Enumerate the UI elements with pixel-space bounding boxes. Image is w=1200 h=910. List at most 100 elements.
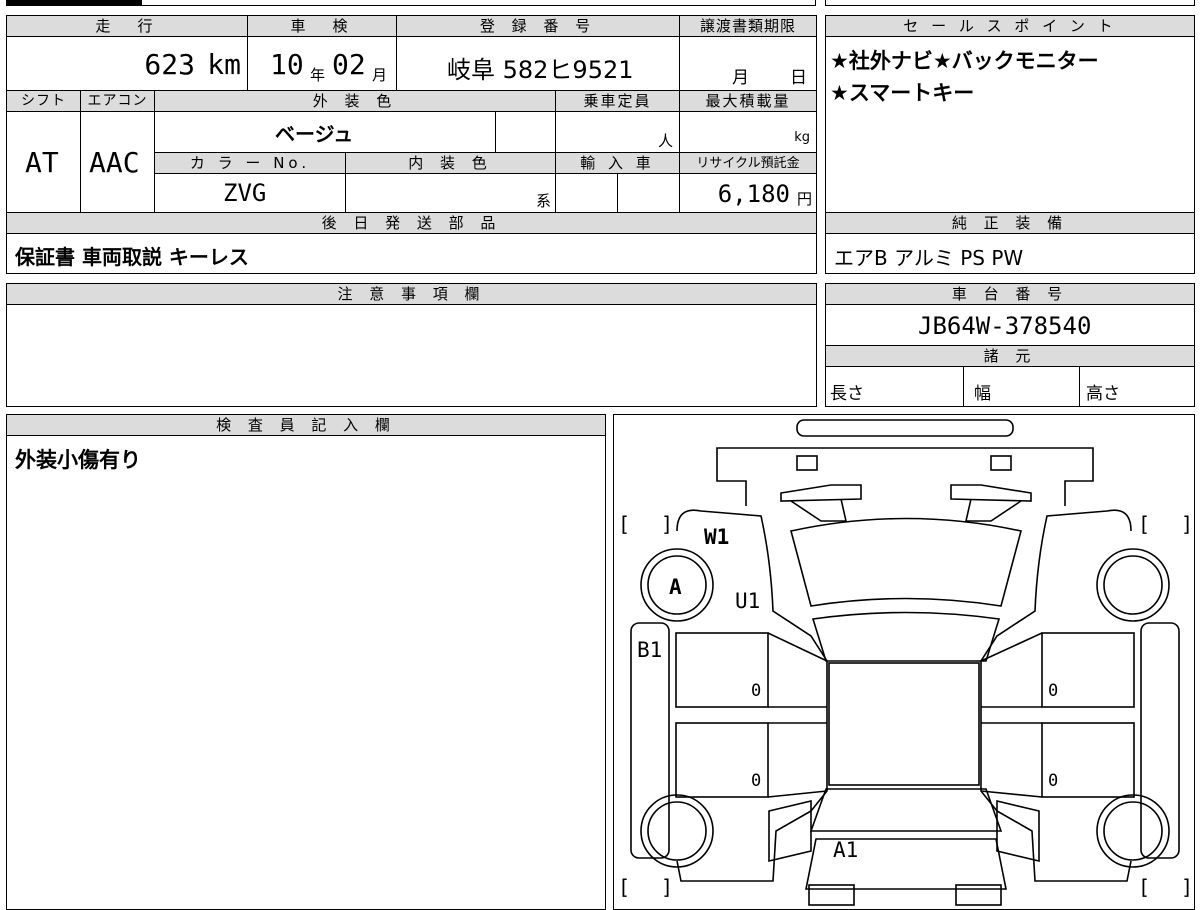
color-no-cell: ZVG (154, 173, 346, 213)
left-headlight-shape (796, 455, 818, 471)
color-no-header: カ ラ ー No. (154, 152, 346, 174)
inspector-value: 外装小傷有り (15, 448, 141, 472)
exterior-color-value: ベージュ (275, 122, 354, 146)
bracket-left-top-open: [ (618, 512, 630, 536)
shaken-month-unit: 月 (372, 66, 388, 84)
chassis-value: JB64W-378540 (918, 312, 1092, 340)
interior-color-unit: 系 (535, 192, 551, 210)
spec-length-label: 長さ (830, 384, 864, 404)
specs-header: 諸 元 (825, 345, 1195, 367)
bracket-right-bottom-open: [ (1138, 875, 1150, 899)
top-strip-black-tab (7, 0, 142, 5)
aircon-value: AAC (89, 146, 140, 179)
hood-left-shape (780, 484, 862, 502)
left-rear-wheel-inner (647, 801, 707, 861)
mark-zero-left-front: 0 (751, 681, 761, 701)
aircon-cell: AAC (80, 111, 155, 213)
genuine-equipment-header: 純 正 装 備 (825, 212, 1195, 234)
notes-cell (6, 304, 817, 407)
deadline-month-unit: 月 (732, 68, 749, 88)
mileage-header: 走 行 (6, 15, 248, 37)
car-diagram-panel: [ ] [ ] [ ] [ ] W1 A U1 B1 0 0 0 0 A1 (613, 414, 1195, 910)
import-cell-b (617, 173, 680, 213)
bracket-left-bottom-close: ] (661, 875, 673, 899)
aircon-header: エアコン (80, 90, 155, 112)
genuine-equipment-cell: エアB アルミ PS PW (825, 233, 1195, 274)
color-no-value: ZVG (223, 179, 267, 207)
interior-color-cell: 系 (345, 173, 556, 213)
spec-width-label: 幅 (974, 384, 991, 404)
windshield-shape (790, 517, 1022, 607)
registration-cell: 岐阜 582ヒ9521 (396, 36, 680, 91)
mileage-unit: km (207, 48, 241, 81)
exterior-color-extra-cell (495, 111, 556, 153)
recycle-cell: 6,180 円 (679, 173, 817, 213)
mark-w1: W1 (704, 525, 729, 549)
rear-window-shape (809, 788, 1003, 832)
left-rear-wheel-outer (640, 794, 714, 868)
sales-point-line2: ★スマートキー (830, 81, 975, 105)
spec-height-label: 高さ (1086, 384, 1120, 404)
capacity-unit: 人 (657, 132, 673, 150)
top-strip-right (825, 0, 1195, 6)
hood-right-detail (964, 498, 1022, 522)
spec-width-cell: 幅 (963, 366, 1080, 407)
later-parts-value: 保証書 車両取説 キーレス (15, 245, 249, 269)
right-headlight-shape (990, 455, 1012, 471)
spec-height-cell: 高さ (1079, 366, 1195, 407)
bracket-right-top-open: [ (1138, 512, 1150, 536)
capacity-header: 乗車定員 (555, 90, 680, 112)
right-front-wheel-inner (1103, 555, 1163, 615)
right-rear-wheel-outer (1096, 794, 1170, 868)
mark-a: A (669, 575, 682, 599)
shaken-cell: 10 年 02 月 (247, 36, 397, 91)
shaken-year: 10 (270, 48, 304, 81)
bracket-left-top-close: ] (661, 512, 673, 536)
roof-shape (828, 662, 980, 786)
import-cell-a (555, 173, 618, 213)
left-door-lines (767, 632, 828, 798)
registration-value: 岐阜 582ヒ9521 (447, 56, 634, 84)
capacity-cell: 人 (555, 111, 680, 153)
rear-bumper-right (955, 884, 1002, 906)
notes-header: 注 意 事 項 欄 (6, 283, 817, 305)
right-door-lines (980, 632, 1043, 798)
exterior-color-header: 外 装 色 (154, 90, 556, 112)
recycle-unit: 円 (796, 190, 812, 208)
roof-front-shape (811, 611, 1001, 662)
mark-zero-right-rear: 0 (1048, 771, 1058, 791)
inspector-cell: 外装小傷有り (6, 435, 606, 910)
mark-zero-right-front: 0 (1048, 681, 1058, 701)
chassis-cell: JB64W-378540 (825, 304, 1195, 346)
deadline-day-unit: 日 (790, 68, 807, 88)
sales-point-header: セ ー ル ス ポ イ ン ト (825, 15, 1195, 37)
hood-right-shape (950, 484, 1032, 502)
hood-left-detail (790, 498, 848, 522)
interior-color-header: 内 装 色 (345, 152, 556, 174)
registration-header: 登 録 番 号 (396, 15, 680, 37)
front-bumper-shape (796, 419, 1014, 437)
genuine-equipment-value: エアB アルミ PS PW (834, 246, 1024, 270)
exterior-color-cell: ベージュ (154, 111, 496, 153)
mark-a1: A1 (833, 838, 858, 862)
right-front-wheel-outer (1096, 548, 1170, 622)
chassis-header: 車 台 番 号 (825, 283, 1195, 305)
bracket-right-top-close: ] (1181, 512, 1193, 536)
transfer-deadline-header: 譲渡書類期限 (679, 15, 817, 37)
sales-point-line1: ★社外ナビ★バックモニター (830, 49, 1099, 73)
mark-b1: B1 (637, 638, 662, 662)
transfer-deadline-cell: 月 日 (679, 36, 817, 91)
shaken-month: 02 (332, 48, 366, 81)
mark-zero-left-rear: 0 (751, 771, 761, 791)
mileage-value: 623 (144, 48, 195, 81)
top-strip (6, 0, 816, 6)
front-panel-shape (716, 447, 1094, 506)
shift-header: シフト (6, 90, 81, 112)
bracket-left-bottom-open: [ (618, 875, 630, 899)
right-rear-wheel-inner (1103, 801, 1163, 861)
shaken-header: 車 検 (247, 15, 397, 37)
max-load-header: 最大積載量 (679, 90, 817, 112)
max-load-cell: kg (679, 111, 817, 153)
recycle-value: 6,180 (717, 180, 790, 208)
spec-length-cell: 長さ (825, 366, 964, 407)
